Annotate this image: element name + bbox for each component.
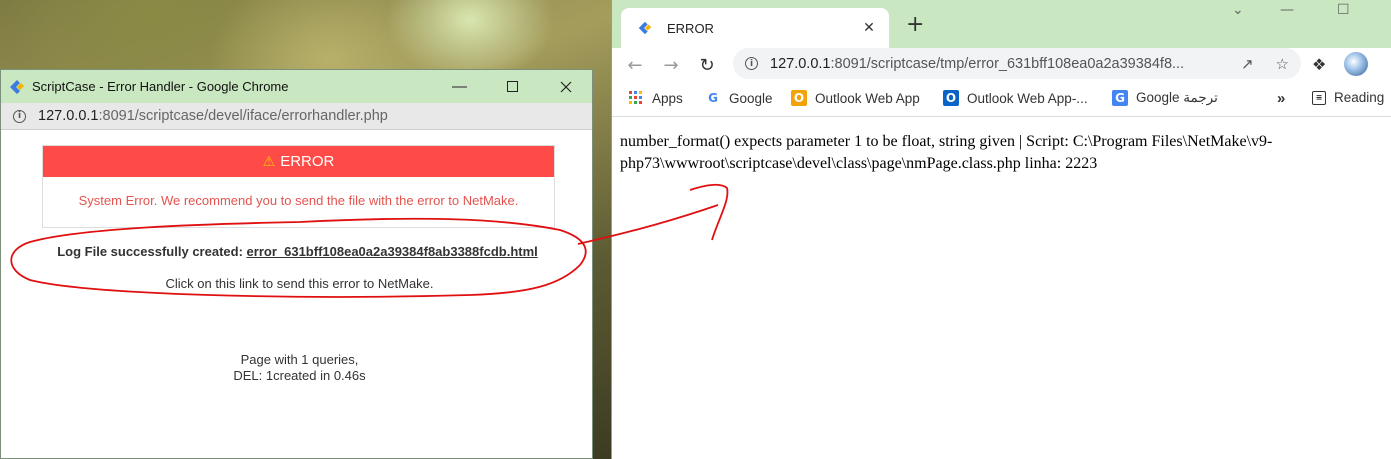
error-message: System Error. We recommend you to send t…	[78, 193, 519, 208]
bookmark-apps[interactable]: Apps	[628, 90, 683, 106]
url-path: :8091/scriptcase/tmp/error_631bff108ea0a…	[830, 55, 1185, 72]
bookmark-label: Google ترجمة	[1136, 90, 1218, 105]
apps-grid-icon	[628, 90, 644, 106]
bookmark-label: Apps	[652, 90, 683, 106]
bookmark-google-translate[interactable]: G Google ترجمة	[1112, 90, 1218, 106]
tab-title: ERROR	[667, 20, 714, 36]
more-bookmarks-button[interactable]: »	[1277, 90, 1285, 107]
window-title: ScriptCase - Error Handler - Google Chro…	[32, 79, 289, 94]
tab-strip: ERROR ✕ + ⌄ — ☐	[612, 0, 1391, 48]
close-icon	[560, 81, 571, 92]
bookmark-label: Outlook Web App	[815, 90, 920, 106]
close-button[interactable]	[539, 70, 592, 103]
send-error-text[interactable]: Click on this link to send this error to…	[1, 276, 598, 291]
bookmarks-bar: Apps G Google O Outlook Web App O Outloo…	[612, 82, 1391, 117]
profile-avatar[interactable]	[1344, 52, 1369, 76]
bookmark-google[interactable]: G Google	[705, 90, 773, 106]
footer-timing: DEL: 1created in 0.46s	[233, 368, 366, 383]
log-file-label: Log File successfully created:	[57, 244, 243, 259]
minimize-icon: —	[452, 78, 467, 95]
url-host: 127.0.0.1	[770, 55, 831, 72]
bookmark-outlook-web-app-2[interactable]: O Outlook Web App-...	[943, 90, 1088, 106]
chevron-down-icon[interactable]: ⌄	[1232, 2, 1244, 18]
new-tab-button[interactable]: +	[906, 12, 924, 37]
bookmark-label: Outlook Web App-...	[967, 90, 1088, 106]
google-translate-icon: G	[1112, 90, 1128, 106]
maximize-button[interactable]	[486, 70, 539, 103]
bookmark-outlook-web-app[interactable]: O Outlook Web App	[791, 90, 920, 106]
reload-icon[interactable]: ↻	[692, 55, 722, 76]
tab-close-icon[interactable]: ✕	[859, 20, 879, 36]
share-icon[interactable]: ↗	[1241, 55, 1254, 73]
warning-icon: ⚠	[262, 153, 276, 170]
popup-url-host: 127.0.0.1	[38, 108, 99, 124]
error-panel: ⚠ ERROR System Error. We recommend you t…	[42, 145, 555, 228]
browser-toolbar: ← → ↻ i 127.0.0.1:8091/scriptcase/tmp/er…	[612, 48, 1391, 82]
error-header: ⚠ ERROR	[43, 146, 554, 177]
outlook-icon: O	[791, 90, 807, 106]
maximize-icon	[507, 81, 518, 92]
popup-url-path: :8091/scriptcase/devel/iface/errorhandle…	[98, 108, 388, 124]
log-file-link[interactable]: error_631bff108ea0a2a39384f8ab3388fcdb.h…	[247, 244, 538, 259]
forward-arrow-icon[interactable]: →	[656, 55, 686, 76]
scriptcase-logo-icon	[10, 79, 24, 94]
browser-window: ERROR ✕ + ⌄ — ☐ ← → ↻ i 127.0.0.1:8091/s…	[611, 0, 1391, 459]
footer-queries: Page with 1 queries,	[240, 352, 359, 367]
error-handler-window: ScriptCase - Error Handler - Google Chro…	[0, 69, 593, 459]
reading-list-label: Reading	[1334, 90, 1385, 105]
maximize-icon[interactable]: ☐	[1337, 2, 1350, 18]
info-icon[interactable]: i	[745, 57, 758, 70]
error-header-label: ERROR	[280, 153, 335, 170]
scriptcase-logo-icon	[638, 21, 652, 35]
google-icon: G	[708, 91, 718, 105]
php-error-message: number_format() expects parameter 1 to b…	[620, 133, 1273, 172]
reading-list-button[interactable]: ≡ Reading	[1312, 90, 1384, 105]
address-bar[interactable]: i 127.0.0.1:8091/scriptcase/tmp/error_63…	[733, 48, 1301, 79]
extensions-puzzle-icon[interactable]: ❖	[1312, 55, 1326, 74]
popup-address-bar[interactable]: i 127.0.0.1:8091/scriptcase/devel/iface/…	[1, 103, 592, 130]
log-file-line: Log File successfully created: error_631…	[1, 244, 594, 259]
bookmark-label: Google	[729, 90, 773, 106]
reading-list-icon: ≡	[1312, 90, 1326, 105]
tab-error[interactable]: ERROR ✕	[621, 8, 889, 48]
info-icon[interactable]: i	[13, 109, 26, 123]
window-titlebar[interactable]: ScriptCase - Error Handler - Google Chro…	[1, 70, 592, 103]
back-arrow-icon[interactable]: ←	[620, 55, 650, 76]
outlook-icon: O	[943, 90, 959, 106]
page-footer-info: Page with 1 queries, DEL: 1created in 0.…	[1, 352, 598, 384]
star-icon[interactable]: ☆	[1276, 55, 1289, 73]
minimize-icon[interactable]: —	[1280, 2, 1294, 18]
minimize-button[interactable]: —	[433, 70, 486, 103]
